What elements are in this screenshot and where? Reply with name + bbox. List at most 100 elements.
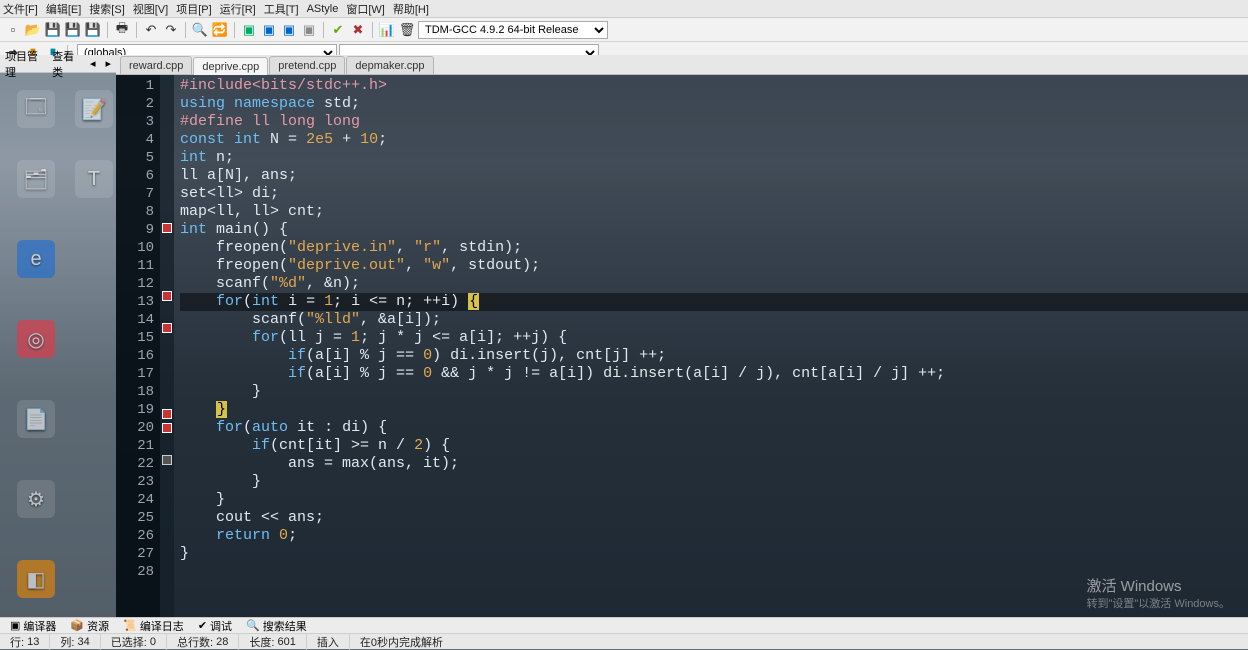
code-line[interactable]: freopen("deprive.in", "r", stdin); bbox=[180, 239, 1248, 257]
bottom-tab-label: 调试 bbox=[210, 618, 232, 634]
menu-item[interactable]: 项目[P] bbox=[176, 1, 211, 17]
menu-item[interactable]: 运行[R] bbox=[220, 1, 256, 17]
class-tab[interactable]: 查看类 bbox=[50, 48, 82, 80]
redo-icon[interactable]: ↷ bbox=[162, 21, 180, 39]
menu-item[interactable]: AStyle bbox=[307, 3, 339, 15]
fold-minus-icon[interactable] bbox=[162, 291, 172, 301]
fold-spacer bbox=[162, 93, 172, 111]
code-line[interactable]: using namespace std; bbox=[180, 95, 1248, 113]
code-line[interactable]: for(int i = 1; i <= n; ++i) { bbox=[180, 293, 1248, 311]
project-tab[interactable]: 项目管理 bbox=[3, 48, 44, 80]
save-icon[interactable]: 💾 bbox=[44, 21, 62, 39]
code-line[interactable]: if(a[i] % j == 0) di.insert(j), cnt[j] +… bbox=[180, 347, 1248, 365]
left-nav-prev-icon[interactable]: ◂ bbox=[88, 57, 98, 70]
line-number: 22 bbox=[116, 455, 160, 473]
line-number: 14 bbox=[116, 311, 160, 329]
code-line[interactable]: for(ll j = 1; j * j <= a[i]; ++j) { bbox=[180, 329, 1248, 347]
code-line[interactable]: const int N = 2e5 + 10; bbox=[180, 131, 1248, 149]
bottom-tab-label: 编译日志 bbox=[140, 618, 184, 634]
code-line[interactable]: scanf("%d", &n); bbox=[180, 275, 1248, 293]
find-icon[interactable]: 🔍 bbox=[191, 21, 209, 39]
save-all-icon[interactable]: 💾 bbox=[64, 21, 82, 39]
code-line[interactable]: set<ll> di; bbox=[180, 185, 1248, 203]
status-col: 列: 34 bbox=[50, 634, 100, 650]
menu-item[interactable]: 工具[T] bbox=[264, 1, 299, 17]
code-line[interactable]: cout << ans; bbox=[180, 509, 1248, 527]
compiler-select[interactable]: TDM-GCC 4.9.2 64-bit Release bbox=[418, 21, 608, 39]
fold-spacer bbox=[162, 369, 172, 387]
code-lines[interactable]: #include<bits/stdc++.h>using namespace s… bbox=[174, 75, 1248, 617]
code-line[interactable]: scanf("%lld", &a[i]); bbox=[180, 311, 1248, 329]
code-line[interactable]: #define ll long long bbox=[180, 113, 1248, 131]
profile-icon[interactable]: 📊 bbox=[378, 21, 396, 39]
menu-item[interactable]: 搜索[S] bbox=[89, 1, 124, 17]
fold-minus-icon[interactable] bbox=[162, 223, 172, 233]
line-number: 28 bbox=[116, 563, 160, 581]
code-line[interactable]: map<ll, ll> cnt; bbox=[180, 203, 1248, 221]
bottom-tab-icon: ✔ bbox=[198, 619, 207, 632]
code-line[interactable]: for(auto it : di) { bbox=[180, 419, 1248, 437]
compile-icon[interactable]: ▣ bbox=[240, 21, 258, 39]
code-line[interactable]: } bbox=[180, 545, 1248, 563]
code-view[interactable]: 1234567891011121314151617181920212223242… bbox=[116, 75, 1248, 617]
bottom-tab[interactable]: 🔍搜索结果 bbox=[240, 618, 313, 634]
rebuild-icon[interactable]: ▣ bbox=[300, 21, 318, 39]
status-bar: 行: 13 列: 34 已选择: 0 总行数: 28 长度: 601 插入 在0… bbox=[0, 633, 1248, 649]
line-number: 19 bbox=[116, 401, 160, 419]
editor-area: reward.cppdeprive.cpppretend.cppdepmaker… bbox=[116, 55, 1248, 617]
menu-item[interactable]: 编辑[E] bbox=[46, 1, 81, 17]
stop-icon[interactable]: ✖ bbox=[349, 21, 367, 39]
code-line[interactable]: int main() { bbox=[180, 221, 1248, 239]
bottom-tab[interactable]: ▣编译器 bbox=[4, 618, 62, 634]
desktop-icon: 🗔 bbox=[12, 90, 60, 130]
code-line[interactable]: return 0; bbox=[180, 527, 1248, 545]
menu-item[interactable]: 帮助[H] bbox=[393, 1, 429, 17]
code-line[interactable]: } bbox=[180, 401, 1248, 419]
line-number: 10 bbox=[116, 239, 160, 257]
code-line[interactable]: } bbox=[180, 473, 1248, 491]
bottom-tab-icon: 🔍 bbox=[246, 619, 260, 632]
editor-tab[interactable]: deprive.cpp bbox=[193, 57, 268, 75]
code-line[interactable]: } bbox=[180, 491, 1248, 509]
menu-item[interactable]: 窗口[W] bbox=[346, 1, 385, 17]
code-line[interactable]: ll a[N], ans; bbox=[180, 167, 1248, 185]
code-line[interactable]: if(a[i] % j == 0 && j * j != a[i]) di.in… bbox=[180, 365, 1248, 383]
line-number: 9 bbox=[116, 221, 160, 239]
fold-box-icon[interactable] bbox=[162, 455, 172, 465]
compile-run-icon[interactable]: ▣ bbox=[280, 21, 298, 39]
save-as-icon[interactable]: 💾 bbox=[84, 21, 102, 39]
bottom-tab[interactable]: 📦资源 bbox=[64, 618, 115, 634]
print-icon[interactable]: 🖶 bbox=[113, 21, 131, 39]
run-icon[interactable]: ▣ bbox=[260, 21, 278, 39]
undo-icon[interactable]: ↶ bbox=[142, 21, 160, 39]
open-icon[interactable]: 📂 bbox=[24, 21, 42, 39]
fold-minus-icon[interactable] bbox=[162, 409, 172, 419]
menu-item[interactable]: 视图[V] bbox=[133, 1, 168, 17]
trash-icon[interactable]: 🗑 bbox=[398, 21, 416, 39]
line-number: 21 bbox=[116, 437, 160, 455]
editor-tab[interactable]: depmaker.cpp bbox=[346, 56, 433, 74]
bottom-tab[interactable]: ✔调试 bbox=[192, 618, 238, 634]
code-line[interactable]: int n; bbox=[180, 149, 1248, 167]
fold-spacer bbox=[162, 333, 172, 351]
debug-icon[interactable]: ✔ bbox=[329, 21, 347, 39]
editor-tab[interactable]: reward.cpp bbox=[120, 56, 192, 74]
fold-spacer bbox=[162, 351, 172, 369]
code-line[interactable]: freopen("deprive.out", "w", stdout); bbox=[180, 257, 1248, 275]
status-mode: 插入 bbox=[307, 634, 350, 650]
new-file-icon[interactable]: ▫ bbox=[4, 21, 22, 39]
code-line[interactable]: } bbox=[180, 383, 1248, 401]
bottom-tab[interactable]: 📜编译日志 bbox=[117, 618, 190, 634]
code-line[interactable]: #include<bits/stdc++.h> bbox=[180, 77, 1248, 95]
fold-minus-icon[interactable] bbox=[162, 323, 172, 333]
code-line[interactable]: if(cnt[it] >= n / 2) { bbox=[180, 437, 1248, 455]
editor-tab[interactable]: pretend.cpp bbox=[269, 56, 345, 74]
fold-spacer bbox=[162, 519, 172, 537]
fold-column[interactable] bbox=[160, 75, 174, 617]
fold-minus-icon[interactable] bbox=[162, 423, 172, 433]
fold-spacer bbox=[162, 251, 172, 269]
replace-icon[interactable]: 🔁 bbox=[211, 21, 229, 39]
left-nav-next-icon[interactable]: ▸ bbox=[103, 57, 113, 70]
code-line[interactable]: ans = max(ans, it); bbox=[180, 455, 1248, 473]
menu-item[interactable]: 文件[F] bbox=[3, 1, 38, 17]
